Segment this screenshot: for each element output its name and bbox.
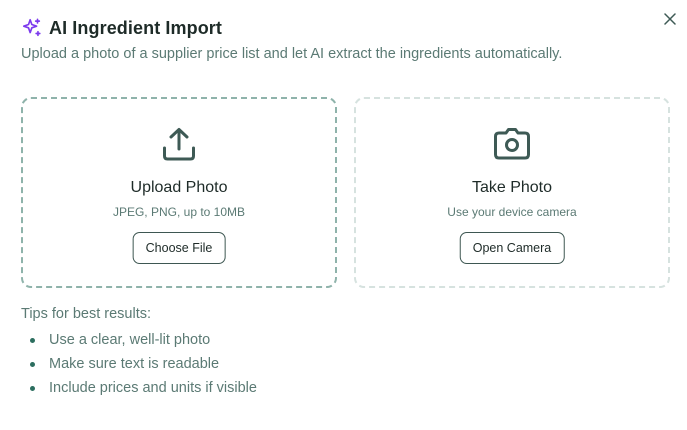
choose-file-button[interactable]: Choose File: [132, 232, 226, 264]
tips-list: Use a clear, well-lit photo Make sure te…: [21, 328, 257, 400]
bullet-dot: [30, 338, 35, 343]
open-camera-button[interactable]: Open Camera: [459, 232, 565, 264]
tip-item: Use a clear, well-lit photo: [21, 328, 257, 352]
camera-icon: [493, 125, 531, 163]
bullet-dot: [30, 362, 35, 367]
sparkles-icon: [21, 17, 43, 39]
close-icon[interactable]: [662, 11, 678, 27]
tip-text: Use a clear, well-lit photo: [49, 332, 211, 348]
tip-text: Make sure text is readable: [49, 356, 220, 372]
take-photo-subtitle: Use your device camera: [447, 205, 577, 219]
take-photo-card[interactable]: Take Photo Use your device camera Open C…: [354, 97, 670, 288]
take-photo-title: Take Photo: [471, 179, 553, 196]
upload-icon: [160, 125, 198, 163]
ai-ingredient-import-dialog: AI Ingredient Import Upload a photo of a…: [0, 0, 687, 430]
upload-photo-card[interactable]: Upload Photo JPEG, PNG, up to 10MB Choos…: [21, 97, 337, 288]
dialog-header: AI Ingredient Import: [21, 17, 222, 39]
tips-section: Tips for best results: Use a clear, well…: [21, 306, 257, 400]
dialog-title: AI Ingredient Import: [49, 17, 222, 38]
bullet-dot: [30, 386, 35, 391]
tips-heading: Tips for best results:: [21, 306, 152, 322]
dialog-subtitle: Upload a photo of a supplier price list …: [21, 46, 563, 62]
tip-item: Include prices and units if visible: [21, 376, 257, 400]
upload-photo-subtitle: JPEG, PNG, up to 10MB: [112, 205, 246, 219]
tip-item: Make sure text is readable: [21, 352, 257, 376]
upload-photo-title: Upload Photo: [130, 179, 228, 196]
tip-text: Include prices and units if visible: [49, 380, 257, 396]
